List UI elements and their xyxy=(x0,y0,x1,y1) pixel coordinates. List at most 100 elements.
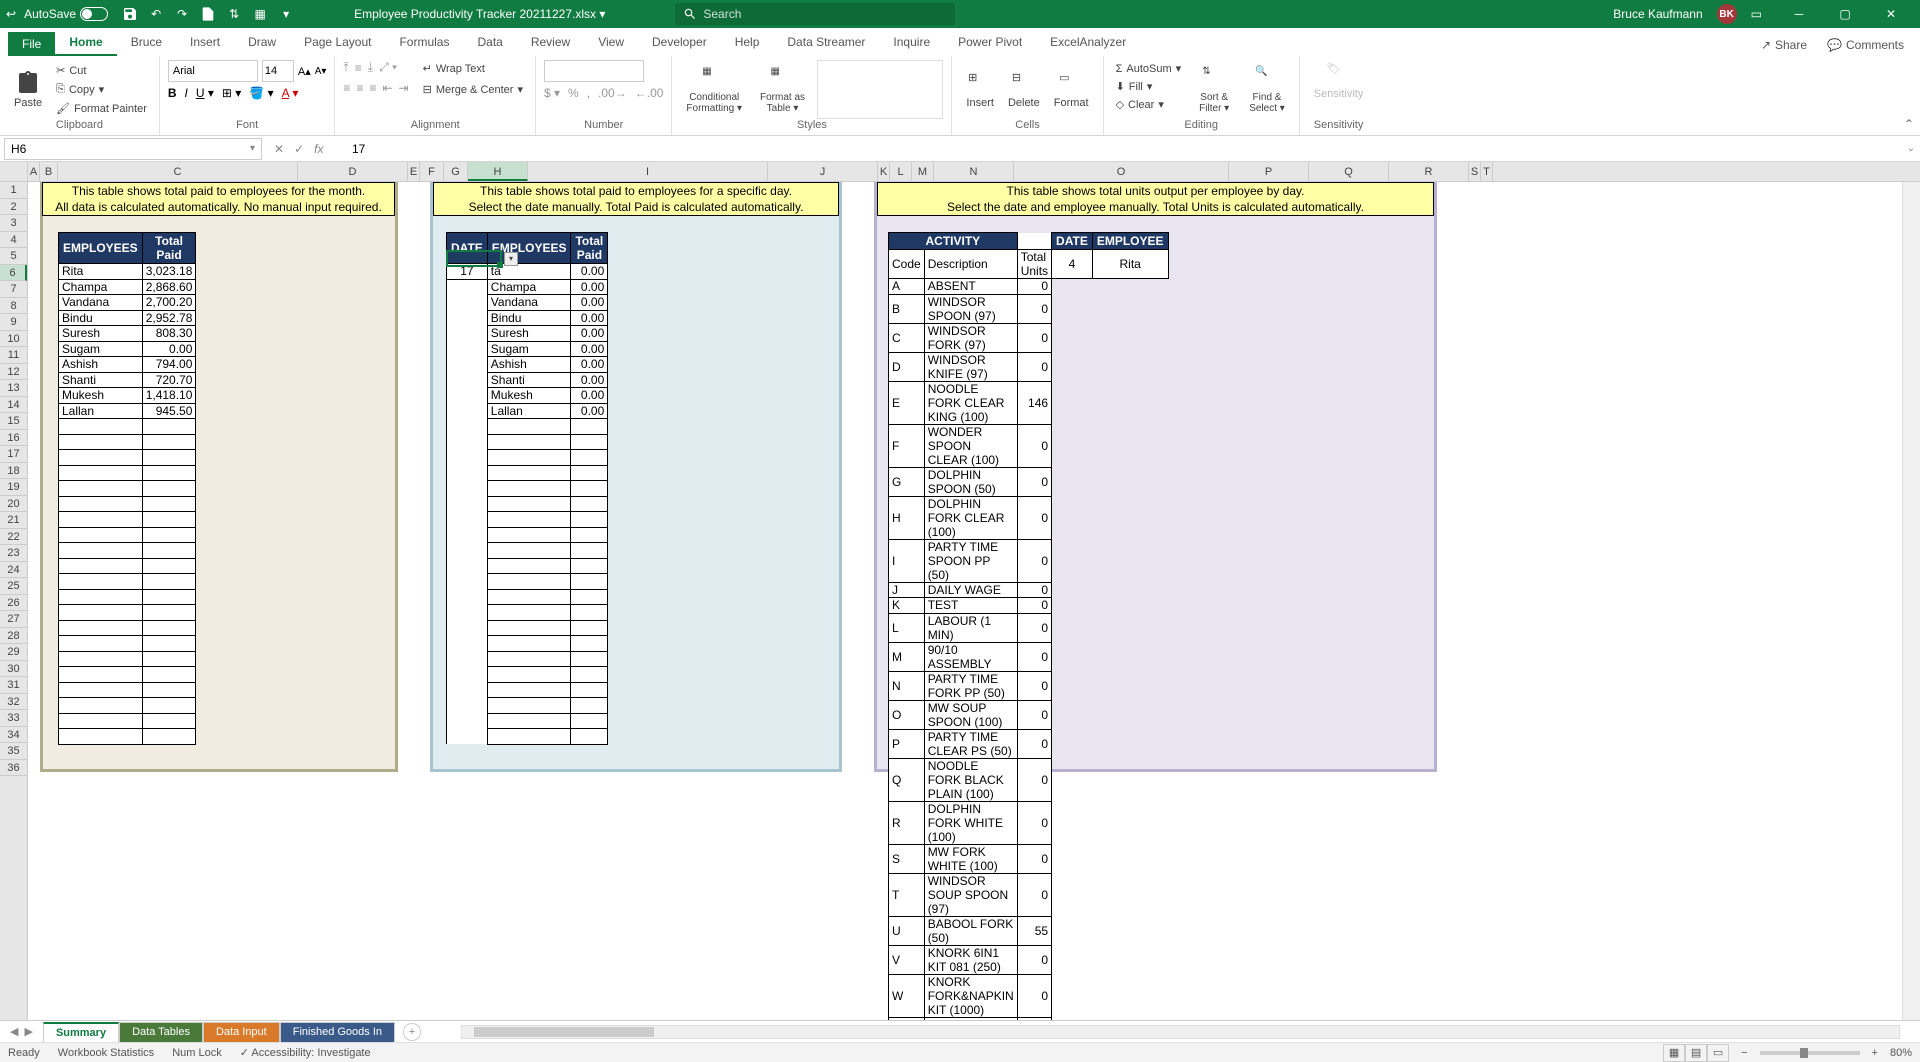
ribbon-tab-power-pivot[interactable]: Power Pivot xyxy=(944,30,1036,56)
table-cell[interactable]: K xyxy=(889,598,925,614)
column-header-I[interactable]: I xyxy=(528,162,768,181)
sort-filter-button[interactable]: ⇅Sort &Filter ▾ xyxy=(1193,60,1235,119)
table-cell[interactable] xyxy=(59,434,143,450)
table-cell[interactable]: 0.00 xyxy=(571,357,608,373)
percent-format-icon[interactable]: % xyxy=(568,86,579,100)
table-cell[interactable] xyxy=(142,713,196,729)
table-cell[interactable] xyxy=(571,527,608,543)
table-cell[interactable]: Ashish xyxy=(487,357,571,373)
minimize-button[interactable]: ─ xyxy=(1776,0,1822,28)
table-cell[interactable] xyxy=(447,496,488,512)
row-header-5[interactable]: 5 xyxy=(0,248,27,265)
table-cell[interactable]: T xyxy=(889,873,925,916)
table-cell[interactable]: Lallan xyxy=(487,403,571,419)
row-header-21[interactable]: 21 xyxy=(0,512,27,529)
page-layout-view-button[interactable]: ▤ xyxy=(1685,1044,1707,1062)
table-cell[interactable]: 0 xyxy=(1017,467,1051,496)
table-cell[interactable] xyxy=(571,713,608,729)
table-cell[interactable]: Champa xyxy=(59,279,143,295)
row-header-8[interactable]: 8 xyxy=(0,298,27,315)
maximize-button[interactable]: ▢ xyxy=(1822,0,1868,28)
table-cell[interactable] xyxy=(142,512,196,528)
table-cell[interactable] xyxy=(447,667,488,683)
table-cell[interactable]: Vandana xyxy=(59,295,143,311)
table-cell[interactable]: 0 xyxy=(1017,974,1051,1017)
table-cell[interactable]: 0 xyxy=(1017,873,1051,916)
status-accessibility[interactable]: ✓ Accessibility: Investigate xyxy=(240,1046,371,1059)
column-header-G[interactable]: G xyxy=(444,162,468,181)
table-cell[interactable] xyxy=(59,636,143,652)
table-cell[interactable]: Mukesh xyxy=(59,388,143,404)
table-cell[interactable] xyxy=(59,698,143,714)
table-cell[interactable]: Vandana xyxy=(487,295,571,311)
table-cell[interactable]: 720.70 xyxy=(142,372,196,388)
table-cell[interactable] xyxy=(571,589,608,605)
column-header-J[interactable]: J xyxy=(768,162,878,181)
table-cell[interactable]: 0.00 xyxy=(571,326,608,342)
fx-icon[interactable]: fx xyxy=(314,142,323,156)
table-cell[interactable]: 2,700.20 xyxy=(142,295,196,311)
table-cell[interactable]: U xyxy=(889,916,925,945)
table-cell[interactable] xyxy=(447,558,488,574)
column-header-M[interactable]: M xyxy=(912,162,934,181)
table-cell[interactable]: 945.50 xyxy=(142,403,196,419)
cut-button[interactable]: ✂ Cut xyxy=(52,62,151,79)
comma-format-icon[interactable]: , xyxy=(587,86,590,100)
table-cell[interactable]: LABOUR (1 MIN) xyxy=(924,613,1017,642)
table-cell[interactable] xyxy=(142,682,196,698)
align-right-icon[interactable]: ≡ xyxy=(369,81,376,95)
sort-icon[interactable]: ⇅ xyxy=(226,6,242,22)
table-cell[interactable]: Bindu xyxy=(59,310,143,326)
table-cell[interactable]: TEST xyxy=(924,598,1017,614)
table-cell[interactable] xyxy=(571,465,608,481)
table-cell[interactable]: Shanti xyxy=(59,372,143,388)
row-header-29[interactable]: 29 xyxy=(0,644,27,661)
table-cell[interactable] xyxy=(447,279,488,295)
table-cell[interactable] xyxy=(571,729,608,745)
ribbon-tab-insert[interactable]: Insert xyxy=(176,30,234,56)
table-cell[interactable]: P xyxy=(889,729,925,758)
row-header-20[interactable]: 20 xyxy=(0,496,27,513)
new-file-icon[interactable] xyxy=(200,6,216,22)
table-cell[interactable] xyxy=(447,605,488,621)
table-cell[interactable] xyxy=(447,326,488,342)
table-cell[interactable] xyxy=(447,512,488,528)
vertical-scrollbar[interactable] xyxy=(1902,182,1920,1020)
table-cell[interactable]: KNORK 6IN1 KIT 081 (250) xyxy=(924,945,1017,974)
table-cell[interactable]: 0 xyxy=(1017,496,1051,539)
increase-indent-icon[interactable]: ⇥ xyxy=(399,81,409,95)
table-cell[interactable] xyxy=(487,574,571,590)
row-header-26[interactable]: 26 xyxy=(0,595,27,612)
table-cell[interactable] xyxy=(59,574,143,590)
sheet-nav-last-icon[interactable]: ▶ xyxy=(24,1025,32,1038)
orientation-icon[interactable]: ⤢ ▾ xyxy=(379,60,397,75)
table-cell[interactable] xyxy=(142,543,196,559)
table-cell[interactable]: 0.00 xyxy=(571,341,608,357)
table-cell[interactable] xyxy=(59,682,143,698)
table-cell[interactable] xyxy=(447,434,488,450)
back-icon[interactable]: ↩ xyxy=(6,7,16,21)
table-cell[interactable] xyxy=(59,512,143,528)
table-cell[interactable]: DAILY WAGE xyxy=(924,582,1017,598)
column-header-E[interactable]: E xyxy=(408,162,420,181)
table-cell[interactable] xyxy=(447,651,488,667)
autosave-toggle[interactable]: AutoSave xyxy=(24,7,108,21)
bold-button[interactable]: B xyxy=(168,86,177,100)
table-cell[interactable] xyxy=(142,496,196,512)
table-cell[interactable]: J xyxy=(889,582,925,598)
zoom-level[interactable]: 80% xyxy=(1890,1047,1912,1059)
row-header-25[interactable]: 25 xyxy=(0,578,27,595)
table-cell[interactable] xyxy=(487,512,571,528)
table-cell[interactable]: A xyxy=(889,279,925,295)
table-cell[interactable]: Shanti xyxy=(487,372,571,388)
table-cell[interactable]: 2,952.78 xyxy=(142,310,196,326)
row-header-27[interactable]: 27 xyxy=(0,611,27,628)
table-cell[interactable]: 2,868.60 xyxy=(142,279,196,295)
file-tab[interactable]: File xyxy=(8,32,55,56)
column-header-P[interactable]: P xyxy=(1229,162,1309,181)
table-cell[interactable]: M xyxy=(889,642,925,671)
ribbon-tab-excelanalyzer[interactable]: ExcelAnalyzer xyxy=(1036,30,1140,56)
table-cell[interactable]: 0.00 xyxy=(571,388,608,404)
table-cell[interactable] xyxy=(571,558,608,574)
table-cell[interactable] xyxy=(142,527,196,543)
